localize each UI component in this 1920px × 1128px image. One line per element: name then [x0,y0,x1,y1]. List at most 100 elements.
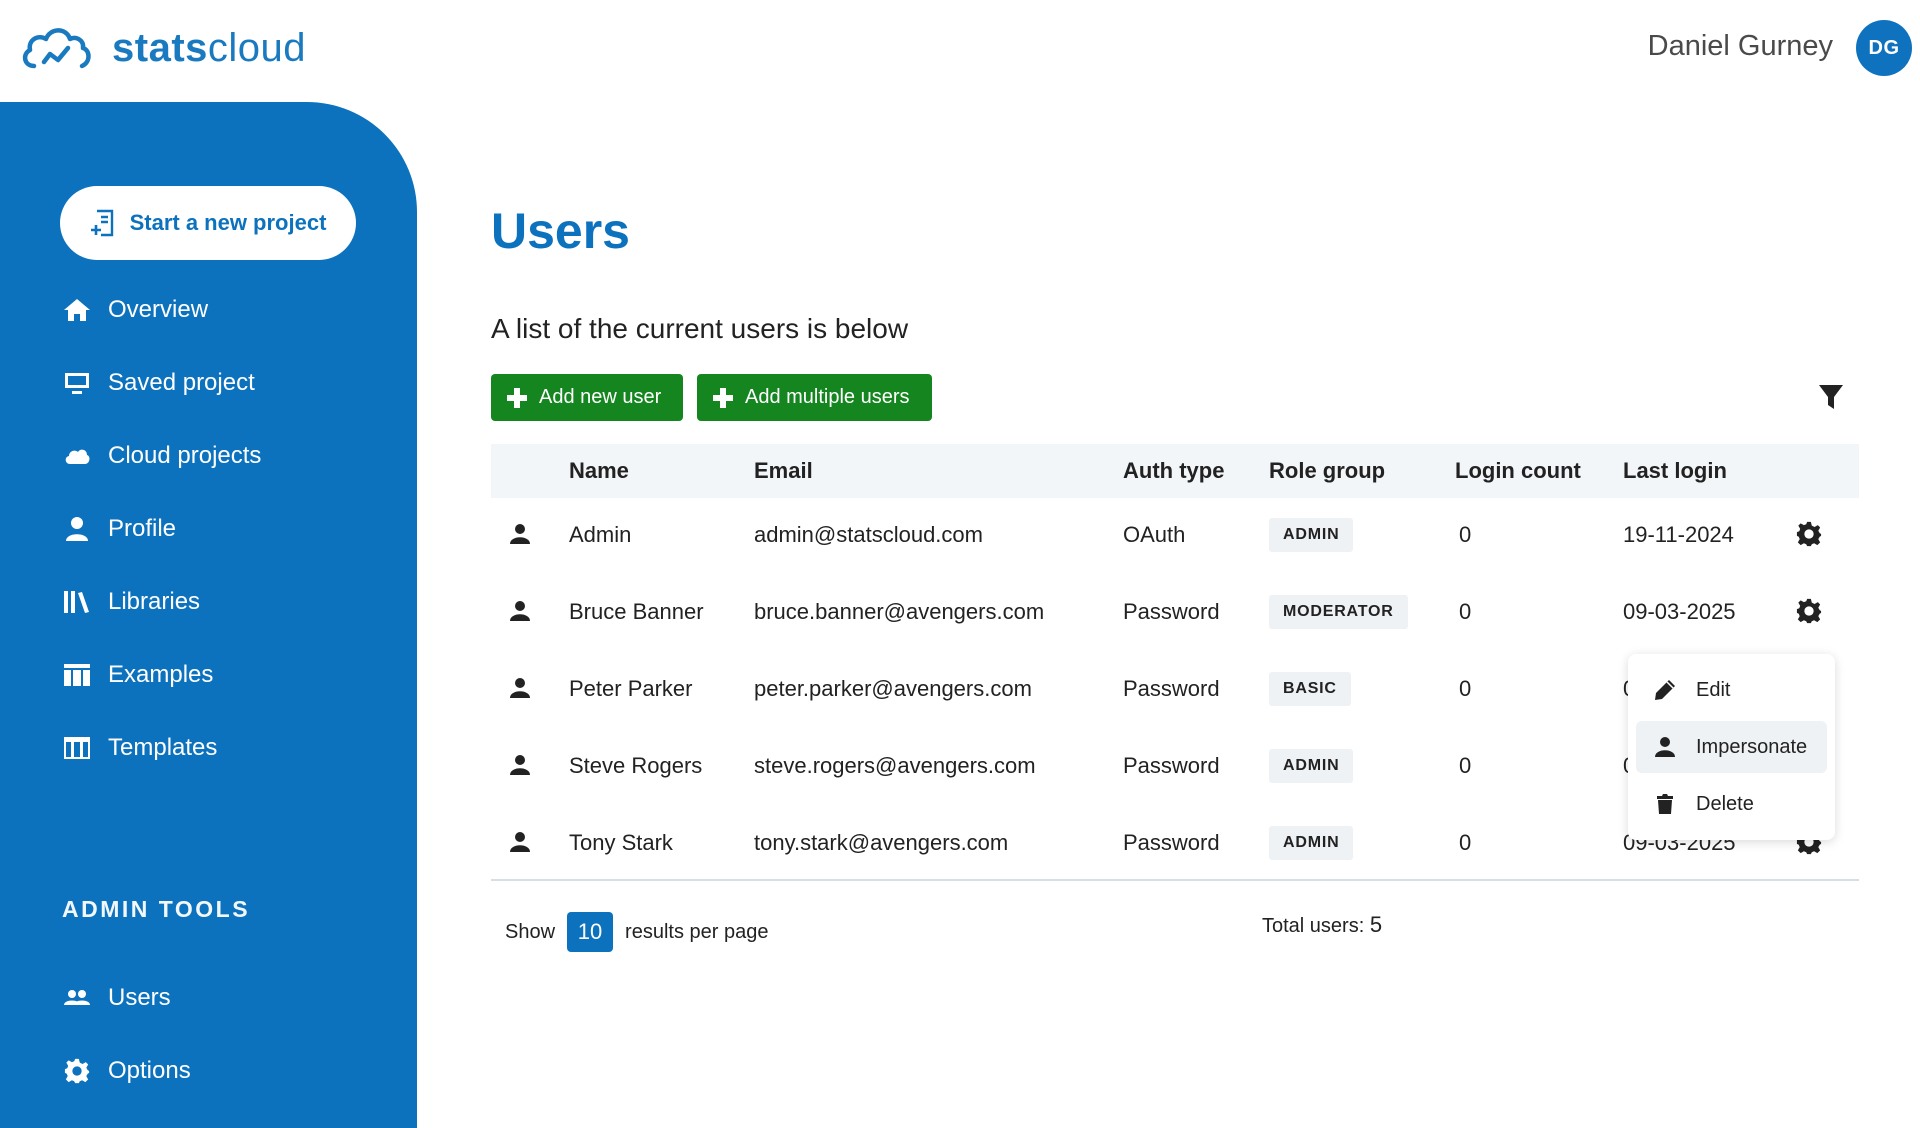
user-icon [62,515,92,543]
sidebar-item-users[interactable]: Users [62,984,171,1012]
table-row[interactable]: Bruce Banner bruce.banner@avengers.com P… [491,575,1859,652]
header-last-login[interactable]: Last login [1623,458,1727,484]
user-icon [510,755,530,775]
cell-email: admin@statscloud.com [754,522,983,547]
role-badge: MODERATOR [1269,595,1408,629]
cell-login-count: 0 [1459,830,1472,855]
menu-item-impersonate[interactable]: Impersonate [1636,721,1827,773]
sidebar-item-libraries[interactable]: Libraries [62,588,200,616]
books-icon [62,588,92,616]
header-email[interactable]: Email [754,458,813,484]
sidebar-item-label: Libraries [108,588,201,615]
cloud-icon [62,442,92,470]
role-badge: ADMIN [1269,749,1354,783]
cell-login-count: 0 [1459,599,1472,624]
cell-email: tony.stark@avengers.com [754,830,1009,855]
total-users: Total users: 5 [1262,912,1382,938]
add-new-user-button[interactable]: Add new user [491,374,684,421]
sidebar-item-label: Templates [108,734,218,761]
gear-icon[interactable] [1796,521,1822,547]
add-multiple-users-button[interactable]: Add multiple users [697,374,932,421]
results-per-page-select[interactable]: 10 [567,912,614,952]
sidebar-item-label: Users [108,984,171,1011]
cell-auth: Password [1123,676,1220,701]
sidebar-item-overview[interactable]: Overview [62,296,208,324]
new-document-icon [90,209,113,237]
cell-auth: Password [1123,830,1220,855]
filter-icon[interactable] [1818,383,1844,411]
row-actions-menu: Edit Impersonate Delete [1628,654,1835,840]
cell-email: bruce.banner@avengers.com [754,599,1045,624]
start-new-project-label: Start a new project [129,210,327,235]
pencil-icon [1655,680,1675,700]
table-row[interactable]: Admin admin@statscloud.com OAuth ADMIN 0… [491,498,1859,575]
sidebar-item-label: Examples [108,661,214,688]
plus-icon [713,387,733,408]
cell-email: peter.parker@avengers.com [754,676,1032,701]
user-icon [510,678,530,698]
cell-last-login: 09-03-2025 [1623,599,1736,624]
page-title: Users [491,203,630,259]
gear-icon [62,1057,92,1085]
brand-name: statscloud [112,25,307,70]
user-icon [510,524,530,544]
sidebar-item-label: Options [108,1057,191,1084]
results-per-page-label: results per page [625,920,769,943]
admin-tools-heading: ADMIN TOOLS [62,896,251,922]
add-new-user-label: Add new user [539,386,662,408]
columns-icon [62,661,92,689]
cell-name: Steve Rogers [569,753,703,778]
monitor-icon [62,369,92,397]
start-new-project-button[interactable]: Start a new project [60,186,356,260]
menu-item-label: Delete [1696,792,1754,815]
role-badge: ADMIN [1269,518,1354,552]
header-name[interactable]: Name [569,458,629,484]
sidebar-item-options[interactable]: Options [62,1057,191,1085]
sidebar-item-saved-project[interactable]: Saved project [62,369,255,397]
sidebar-item-label: Profile [108,515,177,542]
role-badge: BASIC [1269,672,1351,706]
sidebar-item-profile[interactable]: Profile [62,515,176,543]
menu-item-label: Impersonate [1696,735,1808,758]
user-icon [510,601,530,621]
menu-item-edit[interactable]: Edit [1636,664,1827,716]
user-icon [510,832,530,852]
columns-outline-icon [62,734,92,762]
role-badge: ADMIN [1269,826,1354,860]
cell-auth: Password [1123,599,1220,624]
cell-auth: Password [1123,753,1220,778]
trash-icon [1657,794,1673,814]
cell-login-count: 0 [1459,753,1472,778]
cell-name: Bruce Banner [569,599,704,624]
pagination-size: Show 10 results per page [505,912,768,952]
plus-icon [507,387,527,408]
user-name[interactable]: Daniel Gurney [1648,30,1833,63]
cell-last-login: 19-11-2024 [1623,522,1734,547]
header-auth-type[interactable]: Auth type [1123,458,1224,484]
top-bar: statscloud Daniel Gurney DG [0,0,1920,102]
sidebar-item-examples[interactable]: Examples [62,661,213,689]
menu-item-delete[interactable]: Delete [1636,778,1827,830]
avatar[interactable]: DG [1856,20,1912,76]
sidebar: Start a new project Overview Saved proje… [0,102,417,1128]
sidebar-item-label: Cloud projects [108,442,262,469]
menu-item-label: Edit [1696,678,1731,701]
cell-auth: OAuth [1123,522,1186,547]
table-divider [491,879,1859,881]
sidebar-item-label: Overview [108,296,209,323]
total-users-label: Total users: [1262,915,1365,937]
user-icon [1655,737,1675,757]
page-subtitle: A list of the current users is below [491,313,909,344]
header-login-count[interactable]: Login count [1455,458,1581,484]
total-users-count: 5 [1369,912,1383,937]
sidebar-item-cloud-projects[interactable]: Cloud projects [62,442,261,470]
home-icon [62,296,92,324]
sidebar-item-templates[interactable]: Templates [62,734,217,762]
cell-login-count: 0 [1459,676,1472,701]
header-role-group[interactable]: Role group [1269,458,1385,484]
logo[interactable]: statscloud [20,22,306,74]
cell-email: steve.rogers@avengers.com [754,753,1036,778]
users-icon [62,984,92,1012]
gear-icon[interactable] [1796,598,1822,624]
cloud-logo-icon [22,28,91,69]
